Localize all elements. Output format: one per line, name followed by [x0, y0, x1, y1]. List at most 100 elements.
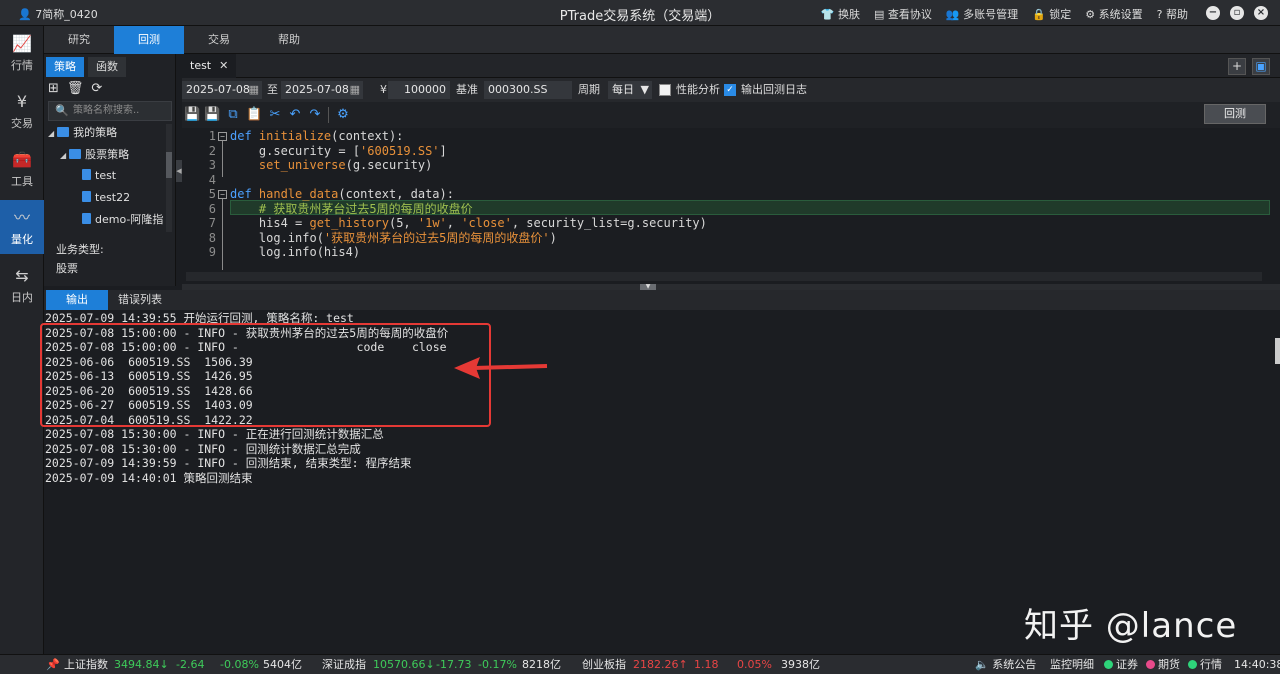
code-line[interactable]: 5− def handle_data(context, data):: [182, 187, 1272, 202]
pin-icon[interactable]: 📌: [46, 655, 60, 674]
folder-icon: [57, 127, 70, 137]
rail-item-quant[interactable]: 〰量化: [0, 200, 44, 254]
code-line[interactable]: 1− def initialize(context):: [182, 129, 1272, 144]
benchmark-label: 基准: [456, 83, 478, 96]
tab-help[interactable]: 帮助: [254, 26, 324, 54]
run-backtest-button[interactable]: 回测: [1204, 104, 1266, 124]
clock: 14:40:38: [1234, 658, 1280, 671]
perf-analysis-checkbox[interactable]: [659, 84, 671, 96]
user-name: 7简称_0420: [35, 8, 98, 21]
fold-toggle-icon[interactable]: −: [218, 132, 227, 141]
code-text: log.info('获取贵州茅台的过去5周的每周的收盘价'): [230, 230, 557, 245]
help-menu[interactable]: ? 帮助: [1157, 6, 1188, 22]
line-number: 5: [208, 187, 216, 201]
code-text: def handle_data(context, data):: [230, 187, 454, 201]
gear-icon[interactable]: ⚙: [336, 108, 350, 122]
code-text: # 获取贵州茅台过去5周的每周的收盘价: [230, 201, 473, 216]
log-line: 2025-07-09 14:40:01 策略回测结束: [45, 470, 253, 485]
benchmark-input[interactable]: 000300.SS: [484, 81, 572, 99]
user-account[interactable]: 👤 7简称_0420: [18, 6, 98, 22]
code-text: set_universe(g.security): [258, 158, 433, 172]
line-number: 9: [208, 245, 216, 259]
copy-icon[interactable]: ⧉: [226, 108, 240, 122]
file-icon: [82, 169, 91, 180]
lock-menu[interactable]: 🔒 锁定: [1032, 6, 1071, 22]
speaker-icon: 🔈: [975, 658, 989, 671]
capital-input[interactable]: 100000: [388, 81, 450, 99]
tree-scrollbar[interactable]: [166, 124, 172, 232]
close-icon[interactable]: ×: [1254, 6, 1268, 20]
scroll-thumb[interactable]: [166, 152, 172, 178]
layout-icon[interactable]: ▣: [1252, 58, 1270, 75]
calendar-icon: ▦: [248, 83, 259, 96]
code-line[interactable]: 6 # 获取贵州茅台过去5周的每周的收盘价: [182, 202, 1272, 217]
tab-output[interactable]: 输出: [46, 290, 108, 310]
code-line[interactable]: 2 g.security = ['600519.SS']: [182, 144, 1272, 159]
monitor-details[interactable]: 监控明细: [1050, 655, 1094, 674]
folder-icon: [69, 149, 82, 159]
cy-index-name[interactable]: 创业板指: [582, 655, 626, 674]
tree-file-test[interactable]: test: [82, 166, 116, 186]
skin-menu[interactable]: 👕 换肤: [821, 6, 860, 22]
save-as-icon[interactable]: 💾: [204, 108, 220, 122]
paste-icon[interactable]: 📋: [246, 108, 262, 122]
system-notice[interactable]: 🔈 系统公告: [975, 655, 1036, 674]
period-select[interactable]: 每日 ▼: [608, 81, 652, 99]
delete-icon[interactable]: 🗑: [67, 81, 84, 96]
tree-file-demo[interactable]: demo-阿隆指: [82, 210, 164, 230]
tree-root-folder[interactable]: ◢ 我的策略: [48, 123, 117, 143]
side-drawer-handle[interactable]: [1275, 338, 1280, 364]
business-type-value: 股票: [56, 262, 78, 275]
sh-index-change: -2.64: [176, 658, 205, 671]
code-line[interactable]: 9 log.info(his4): [182, 245, 1272, 260]
editor-tab-test[interactable]: test ✕: [182, 54, 237, 78]
tab-trade[interactable]: 交易: [184, 26, 254, 54]
save-icon[interactable]: 💾: [184, 108, 200, 122]
tab-research[interactable]: 研究: [44, 26, 114, 54]
output-tabs: 输出 错误列表: [44, 290, 1280, 310]
code-text: def initialize(context):: [230, 129, 404, 143]
currency-label: ¥: [380, 83, 387, 96]
sh-index-name[interactable]: 上证指数: [64, 655, 108, 674]
tab-functions[interactable]: 函数: [88, 57, 126, 77]
status-quotes: 行情: [1188, 655, 1222, 674]
redo-icon[interactable]: ↷: [308, 108, 322, 122]
settings-menu[interactable]: ⚙ 系统设置: [1085, 6, 1142, 22]
restore-icon[interactable]: ▫: [1230, 6, 1244, 20]
code-line[interactable]: 3 set_universe(g.security): [182, 158, 1272, 173]
new-tab-button[interactable]: +: [1228, 58, 1246, 75]
fold-toggle-icon[interactable]: −: [218, 190, 227, 199]
strategy-search-input[interactable]: 🔍 策略名称搜索..: [48, 101, 172, 121]
start-date-input[interactable]: 2025-07-08 ▦: [182, 81, 262, 99]
sz-index-name[interactable]: 深证成指: [322, 655, 366, 674]
rail-item-intraday[interactable]: ⇆ 日内: [0, 258, 44, 312]
minimize-icon[interactable]: −: [1206, 6, 1220, 20]
code-editor[interactable]: 1− def initialize(context): 2 g.security =…: [182, 128, 1280, 322]
output-log-checkbox[interactable]: ✓: [724, 84, 736, 96]
agreement-menu[interactable]: ▤ 查看协议: [874, 6, 932, 22]
code-line[interactable]: 4: [182, 173, 1272, 188]
multi-account-menu[interactable]: 👥 多账号管理: [946, 6, 1018, 22]
rail-item-market[interactable]: 📈 行情: [0, 26, 44, 80]
rail-item-trade[interactable]: ¥ 交易: [0, 84, 44, 138]
tab-backtest[interactable]: 回测: [114, 26, 184, 54]
rail-item-tools[interactable]: 🧰 工具: [0, 142, 44, 196]
left-rail: 📈 行情 ¥ 交易 🧰 工具 〰量化 ⇆ 日内: [0, 26, 44, 654]
add-icon[interactable]: ⊞: [48, 81, 59, 96]
undo-icon[interactable]: ↶: [288, 108, 302, 122]
watermark: 知乎 @lance: [1024, 606, 1238, 646]
editor-hscrollbar[interactable]: [182, 270, 1280, 284]
annotation-box: [40, 323, 491, 427]
tab-strategy[interactable]: 策略: [46, 57, 84, 77]
tree-stock-folder[interactable]: ◢ 股票策略: [60, 145, 129, 165]
tree-file-test22[interactable]: test22: [82, 188, 130, 208]
file-icon: [82, 213, 91, 224]
end-date-input[interactable]: 2025-07-08 ▦: [281, 81, 363, 99]
cut-icon[interactable]: ✂: [268, 108, 282, 122]
tab-error-list[interactable]: 错误列表: [110, 290, 170, 310]
code-line[interactable]: 7 his4 = get_history(5, '1w', 'close', s…: [182, 216, 1272, 231]
refresh-icon[interactable]: ⟳: [91, 81, 102, 96]
close-tab-icon[interactable]: ✕: [219, 59, 228, 72]
to-label: 至: [267, 83, 278, 96]
code-line[interactable]: 8 log.info('获取贵州茅台的过去5周的每周的收盘价'): [182, 231, 1272, 246]
